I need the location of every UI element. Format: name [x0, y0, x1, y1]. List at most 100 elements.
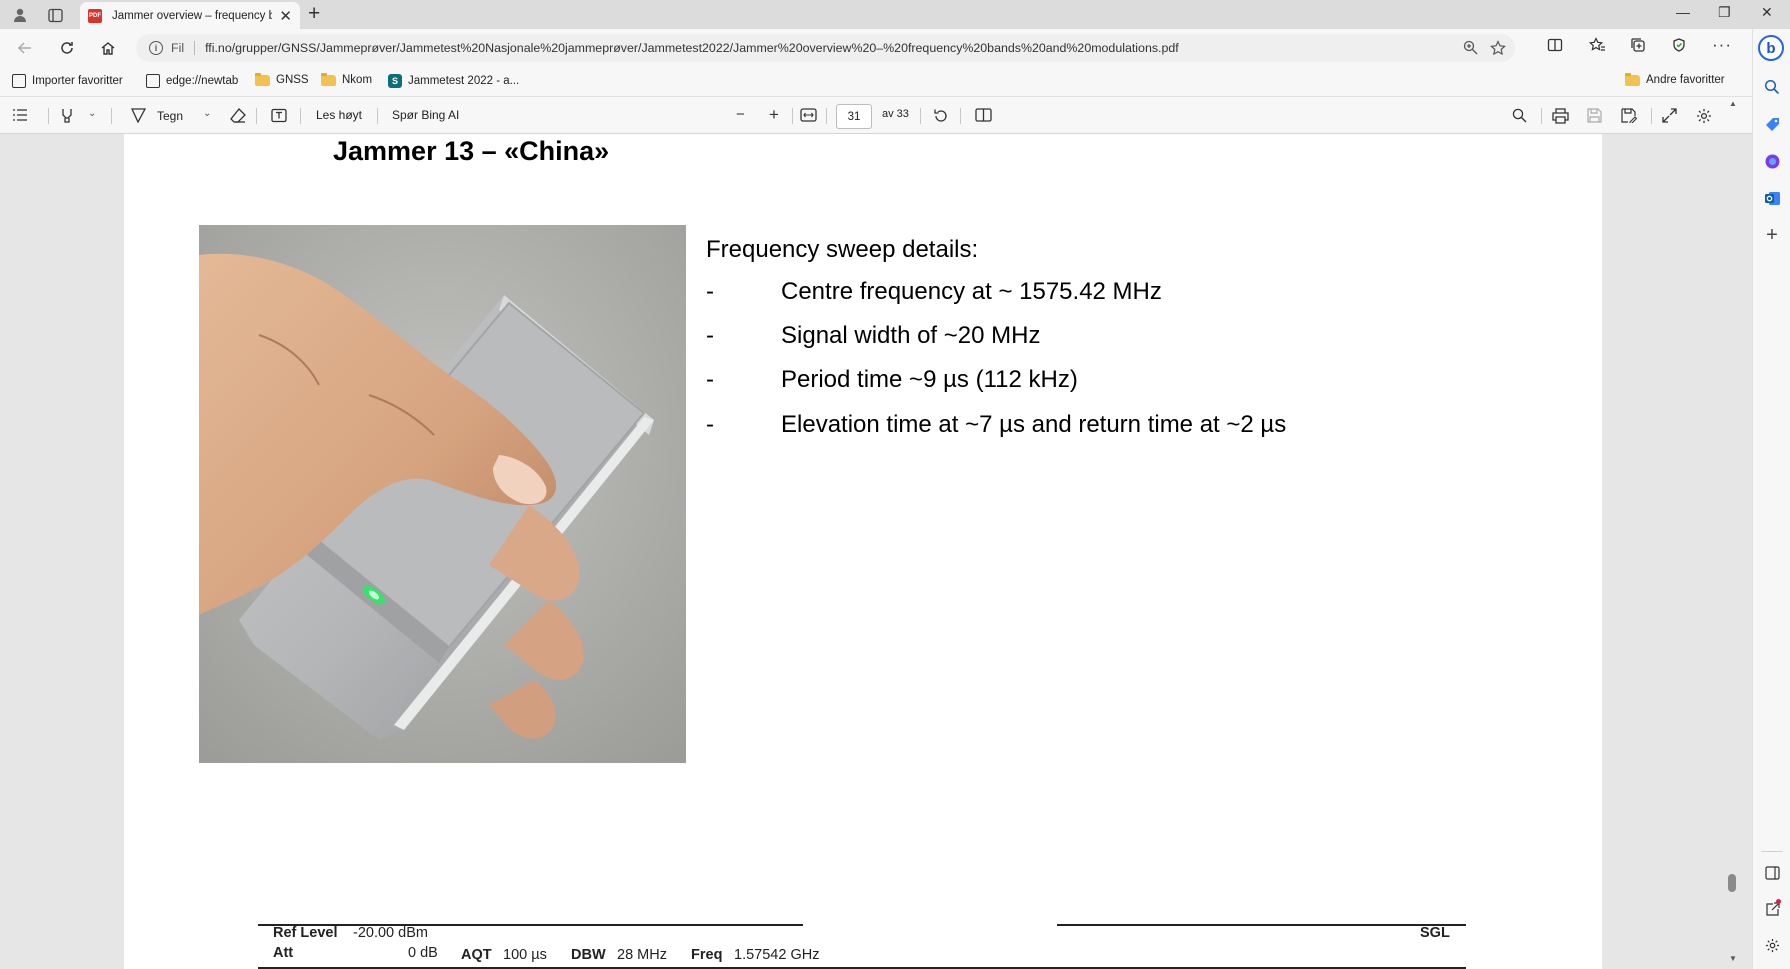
bing-copilot-icon[interactable]: b — [1752, 32, 1790, 64]
rotate-icon[interactable] — [933, 108, 949, 124]
favorites-icon[interactable] — [1588, 37, 1606, 57]
settings-icon[interactable] — [1696, 108, 1712, 124]
save-icon[interactable] — [1587, 108, 1602, 123]
folder-icon — [321, 72, 336, 86]
vertical-scrollbar[interactable]: ▲ ▼ — [1726, 96, 1752, 969]
att-value: 0 dB — [408, 945, 438, 961]
bullet-dash: - — [706, 411, 714, 438]
scroll-down-icon[interactable]: ▼ — [1729, 954, 1737, 963]
save-as-icon[interactable] — [1621, 108, 1637, 123]
ref-level-value: -20.00 dBm — [353, 925, 428, 941]
att-label: Att — [273, 945, 294, 961]
pdf-file-icon: PDF — [88, 8, 102, 23]
spectrum-analyzer-header: Ref Level -20.00 dBm Att 0 dB AQT 100 µs… — [258, 924, 1466, 969]
pdf-toolbar: ⌄ Tegn ⌄ Les høyt Spør Bing AI − + 31 av… — [0, 96, 1752, 134]
highlight-icon[interactable] — [60, 108, 74, 123]
favorite-newtab[interactable]: edge://newtab — [146, 74, 238, 88]
ask-bing-button[interactable]: Spør Bing AI — [392, 108, 459, 122]
jammer-photo — [199, 225, 686, 763]
refresh-icon[interactable] — [56, 37, 78, 59]
page-total: av 33 — [882, 108, 909, 120]
home-icon[interactable] — [97, 37, 119, 59]
folder-icon — [1625, 72, 1640, 86]
browser-essentials-icon[interactable] — [1671, 37, 1688, 57]
divider — [1541, 108, 1542, 124]
fit-to-width-icon[interactable] — [800, 108, 817, 122]
tab-actions-icon[interactable] — [43, 4, 67, 26]
divider — [258, 924, 803, 926]
slide-title: Jammer 13 – «China» — [333, 136, 610, 166]
zoom-in-icon[interactable]: + — [769, 105, 779, 125]
favorite-label: Jammetest 2022 - a... — [408, 75, 520, 87]
chevron-down-icon[interactable]: ⌄ — [203, 108, 211, 119]
favorite-jammetest[interactable]: S Jammetest 2022 - a... — [388, 74, 519, 88]
url-text[interactable]: ffi.no/grupper/GNSS/Jammeprøver/Jammetes… — [205, 41, 1179, 55]
info-icon[interactable]: i — [149, 41, 163, 55]
zoom-icon[interactable] — [1463, 40, 1478, 59]
favorite-nkom[interactable]: Nkom — [321, 72, 373, 86]
other-favorites[interactable]: Andre favoritter — [1625, 72, 1725, 86]
hide-sidebar-icon[interactable] — [1762, 863, 1782, 883]
favorite-label: Nkom — [342, 74, 373, 86]
back-icon[interactable] — [14, 37, 36, 59]
new-tab-button[interactable]: + — [308, 2, 320, 26]
favorite-gnss[interactable]: GNSS — [255, 72, 309, 86]
favorite-import[interactable]: Importer favoritter — [12, 74, 123, 88]
scroll-up-icon[interactable]: ▲ — [1729, 99, 1737, 108]
draw-button[interactable]: Tegn — [131, 108, 183, 123]
page-view-icon[interactable] — [975, 108, 992, 122]
print-icon[interactable] — [1552, 108, 1569, 124]
active-tab[interactable]: PDF Jammer overview – frequency bands an… — [80, 2, 300, 29]
folder-icon — [255, 72, 270, 86]
table-of-contents-icon[interactable] — [12, 108, 28, 122]
address-bar[interactable]: i Fil ffi.no/grupper/GNSS/Jammeprøver/Ja… — [136, 34, 1515, 62]
open-external-icon[interactable] — [1762, 899, 1782, 919]
outlook-icon[interactable] — [1762, 188, 1782, 208]
tab-title: Jammer overview – frequency bands and mo… — [112, 9, 272, 22]
minimize-icon[interactable]: — — [1676, 4, 1690, 20]
notification-dot — [1776, 899, 1781, 904]
divider — [194, 41, 196, 55]
import-icon — [12, 74, 26, 88]
text-box-icon[interactable] — [271, 108, 287, 123]
eraser-icon[interactable] — [230, 108, 246, 123]
svg-text:b: b — [1766, 40, 1775, 57]
draw-label: Tegn — [157, 108, 184, 123]
favorite-label: Importer favoritter — [32, 75, 123, 87]
search-icon[interactable] — [1762, 77, 1782, 97]
close-window-icon[interactable]: ✕ — [1761, 4, 1773, 21]
pdf-page: Jammer 13 – «China» Frequency sweep deta… — [124, 134, 1602, 969]
shopping-tag-icon[interactable] — [1762, 114, 1782, 134]
games-icon[interactable] — [1762, 151, 1782, 171]
edge-sidebar: + — [1752, 29, 1790, 969]
divider — [1057, 924, 1466, 926]
collections-icon[interactable] — [1630, 37, 1646, 57]
page-number-input[interactable]: 31 — [836, 104, 872, 129]
bullet-dash: - — [706, 322, 714, 349]
search-icon[interactable] — [1512, 108, 1527, 123]
freq-label: Freq — [691, 947, 723, 963]
scrollbar-thumb[interactable] — [1728, 874, 1736, 892]
bullet-dash: - — [706, 366, 714, 393]
bullet-text: Elevation time at ~7 µs and return time … — [781, 411, 1287, 438]
fullscreen-icon[interactable] — [1662, 108, 1677, 123]
dbw-label: DBW — [571, 947, 606, 963]
sidebar-settings-icon[interactable] — [1762, 935, 1782, 955]
read-aloud-button[interactable]: Les høyt — [316, 108, 362, 122]
restore-icon[interactable]: ❐ — [1718, 4, 1731, 21]
ref-level-label: Ref Level — [273, 925, 338, 941]
profile-icon[interactable] — [8, 4, 32, 26]
chevron-down-icon[interactable]: ⌄ — [88, 108, 96, 119]
divider — [960, 108, 961, 124]
zoom-out-icon[interactable]: − — [736, 106, 745, 123]
more-options-icon[interactable]: ··· — [1712, 35, 1732, 55]
frequency-details: Frequency sweep details: - Centre freque… — [706, 236, 1286, 438]
aqt-label: AQT — [461, 947, 492, 963]
pdf-viewer[interactable]: Jammer 13 – «China» Frequency sweep deta… — [0, 134, 1752, 969]
split-screen-icon[interactable] — [1547, 37, 1563, 57]
close-tab-icon[interactable]: ✕ — [279, 7, 292, 25]
sharepoint-icon: S — [388, 74, 402, 88]
details-heading: Frequency sweep details: — [706, 236, 979, 263]
favorite-star-icon[interactable] — [1490, 40, 1506, 60]
add-sidebar-app-icon[interactable]: + — [1762, 224, 1782, 246]
